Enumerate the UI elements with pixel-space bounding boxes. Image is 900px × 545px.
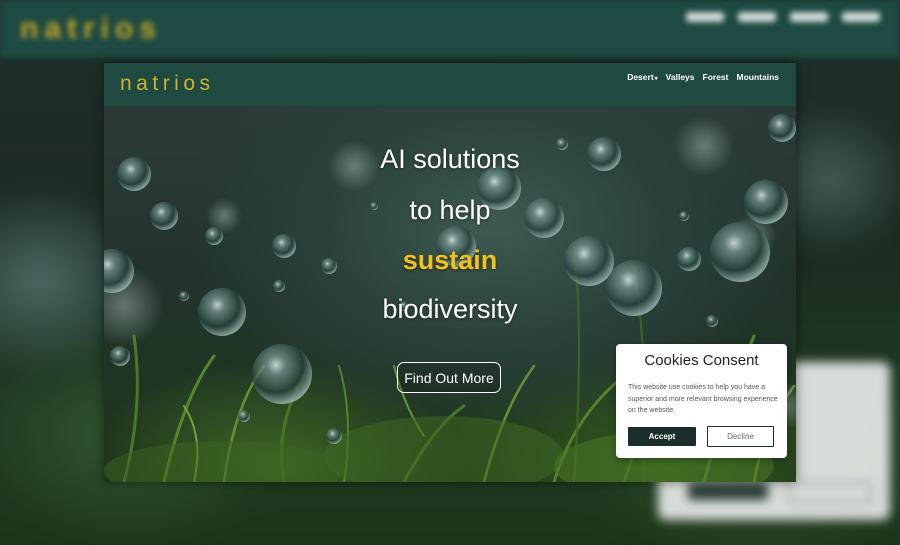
navbar: natrios Desert▾ Valleys Forest Mountains [104, 63, 796, 106]
nav-item-forest[interactable]: Forest [703, 72, 729, 82]
nav-links: Desert▾ Valleys Forest Mountains [627, 72, 779, 82]
nav-item-desert-label: Desert [627, 72, 654, 82]
nav-item-valleys[interactable]: Valleys [666, 72, 695, 82]
cookie-consent-text: This website use cookies to help you hav… [628, 384, 778, 414]
background-nav-links-blur [686, 12, 880, 22]
hero-line-2: to help [409, 195, 491, 225]
accept-cookies-button[interactable]: Accept [628, 427, 696, 446]
decline-cookies-button[interactable]: Decline [707, 426, 774, 447]
find-out-more-button[interactable]: Find Out More [397, 362, 501, 393]
caret-down-icon: ▾ [654, 76, 658, 82]
nav-item-desert[interactable]: Desert▾ [627, 72, 657, 82]
site-logo[interactable]: natrios [120, 72, 215, 96]
nav-item-mountains[interactable]: Mountains [737, 72, 780, 82]
cookie-consent-modal: Cookies Consent This website use cookies… [616, 344, 787, 458]
hero-line-1: AI solutions [380, 144, 520, 174]
hero-line-3-highlight: sustain [402, 245, 498, 275]
cookie-consent-title: Cookies Consent [644, 352, 759, 369]
hero-line-4: biodiversity [382, 294, 518, 324]
background-logo-blur: natrios [20, 12, 163, 45]
